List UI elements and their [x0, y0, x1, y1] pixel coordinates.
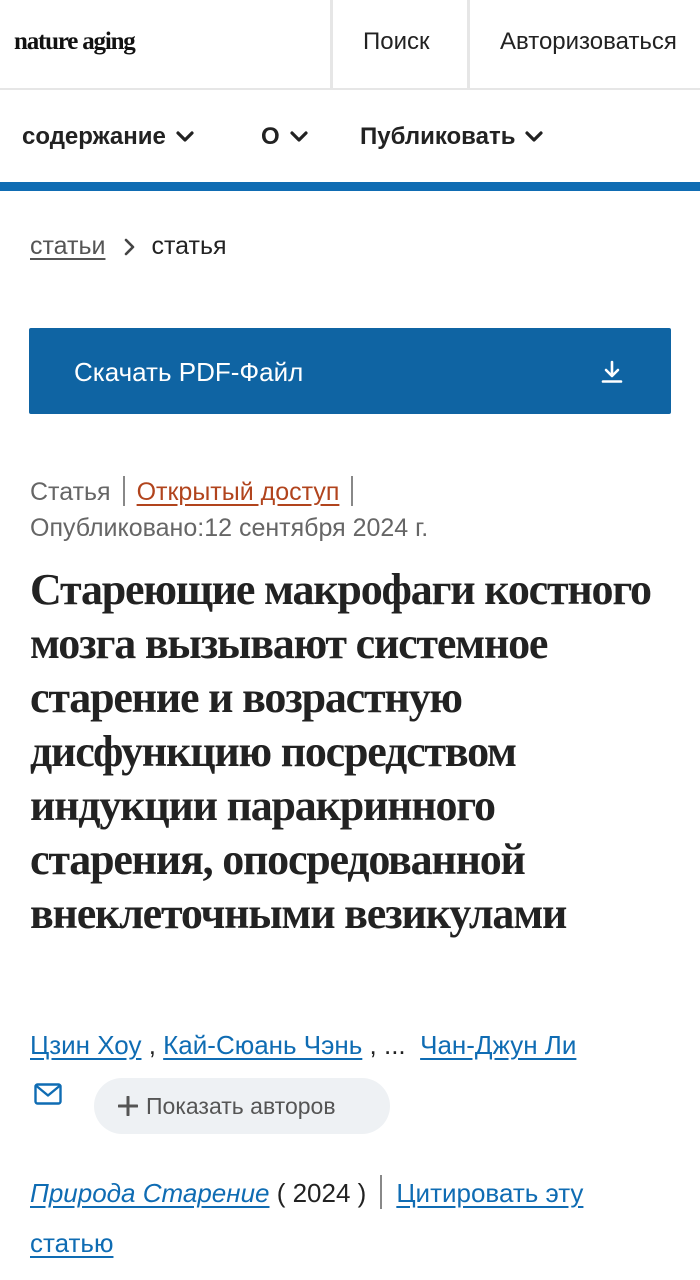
published-label: Опубликовано:	[30, 514, 205, 542]
chevron-down-icon	[290, 131, 308, 142]
site-logo[interactable]: nature aging	[14, 28, 136, 56]
publication-year: ( 2024 )	[276, 1178, 367, 1208]
chevron-down-icon	[176, 131, 194, 142]
article-meta: Статья Открытый доступ Опубликовано:12 се…	[30, 474, 670, 546]
author-link[interactable]: Кай-Сюань Чэнь	[163, 1030, 362, 1060]
journal-link[interactable]: Природа Старение	[30, 1178, 269, 1208]
login-link[interactable]: Авторизоваться	[500, 28, 677, 56]
header-divider	[330, 0, 333, 88]
open-access-link[interactable]: Открытый доступ	[137, 478, 340, 506]
article-title: Стареющие макрофаги костного мозга вызыв…	[30, 565, 652, 938]
authors-ellipsis: ...	[383, 1030, 406, 1060]
download-pdf-button[interactable]: Скачать PDF-Файл	[29, 328, 671, 414]
author-link[interactable]: Чан-Джун Ли	[420, 1030, 576, 1060]
nav-item-label: О	[261, 123, 280, 150]
nav-accent-bar	[0, 182, 700, 191]
mail-icon[interactable]	[34, 1083, 62, 1105]
download-pdf-label: Скачать PDF-Файл	[74, 357, 304, 387]
header-divider	[467, 0, 470, 88]
chevron-down-icon	[525, 131, 544, 142]
breadcrumb: статьи статья	[30, 232, 227, 261]
nav-item-publish[interactable]: Публиковать	[360, 123, 544, 151]
plus-icon	[118, 1096, 138, 1116]
citation-line: Природа Старение ( 2024 ) Цитировать эту …	[30, 1168, 670, 1268]
citation-divider	[380, 1175, 383, 1209]
nav-item-about[interactable]: О	[261, 123, 308, 151]
nav-item-label: Публиковать	[360, 123, 516, 150]
author-link[interactable]: Цзин Хоу	[30, 1030, 141, 1060]
chevron-right-icon	[123, 238, 135, 256]
breadcrumb-current: статья	[151, 232, 227, 260]
meta-divider	[122, 476, 125, 506]
download-icon	[601, 360, 623, 383]
breadcrumb-articles-link[interactable]: статьи	[30, 232, 105, 261]
search-link[interactable]: Поиск	[363, 28, 430, 56]
site-header: nature aging Поиск Авторизоваться	[0, 0, 700, 90]
show-authors-button[interactable]: Показать авторов	[94, 1078, 390, 1134]
show-authors-label: Показать авторов	[146, 1092, 336, 1119]
article-type: Статья	[30, 478, 111, 506]
published-date: 12 сентября 2024 г.	[204, 514, 429, 542]
author-list: Цзин Хоу , Кай-Сюань Чэнь , ... Чан-Джун…	[30, 1030, 577, 1060]
meta-divider	[351, 476, 354, 506]
main-nav: содержание О Публиковать	[0, 90, 700, 182]
nav-item-contents[interactable]: содержание	[22, 123, 194, 151]
nav-item-label: содержание	[22, 123, 166, 150]
